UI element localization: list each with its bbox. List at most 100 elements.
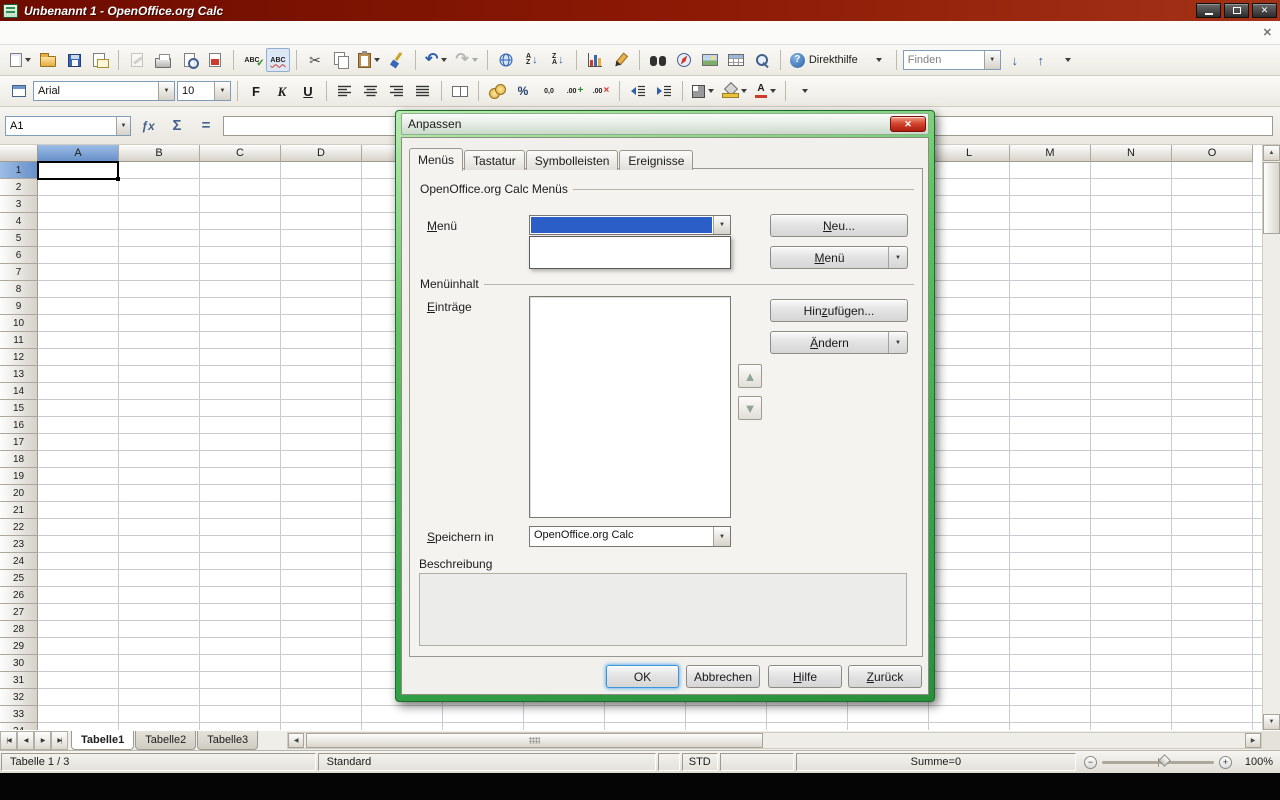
row-header-30[interactable]: 30 xyxy=(0,655,38,672)
new-document-button[interactable] xyxy=(7,48,34,72)
next-sheet-button[interactable]: ▶ xyxy=(34,731,51,750)
cell-cursor[interactable] xyxy=(37,161,119,180)
sort-ascending-button[interactable]: AZ↓ xyxy=(520,48,544,72)
redo-button[interactable]: ↷ xyxy=(452,48,480,72)
direkthilfe-button[interactable]: ? Direkthilfe xyxy=(787,48,864,72)
background-color-button[interactable] xyxy=(719,79,750,103)
cut-button[interactable]: ✂ xyxy=(303,48,327,72)
column-header-n[interactable]: N xyxy=(1091,145,1172,162)
row-header-33[interactable]: 33 xyxy=(0,706,38,723)
page-preview-button[interactable] xyxy=(177,48,201,72)
find-combobox[interactable]: ▼ xyxy=(903,50,1001,70)
column-header-m[interactable]: M xyxy=(1010,145,1091,162)
find-replace-button[interactable] xyxy=(646,48,670,72)
maximize-button[interactable] xyxy=(1224,3,1249,18)
column-header-o[interactable]: O xyxy=(1172,145,1253,162)
dropdown-arrow-icon[interactable] xyxy=(770,89,776,93)
row-header-3[interactable]: 3 xyxy=(0,196,38,213)
find-input[interactable] xyxy=(904,51,984,69)
menu-actions-button[interactable]: Menü ▼ xyxy=(770,246,908,269)
increase-indent-button[interactable] xyxy=(652,79,676,103)
column-header-b[interactable]: B xyxy=(119,145,200,162)
column-header-c[interactable]: C xyxy=(200,145,281,162)
row-header-19[interactable]: 19 xyxy=(0,468,38,485)
row-header-4[interactable]: 4 xyxy=(0,213,38,230)
dropdown-arrow-icon[interactable] xyxy=(708,89,714,93)
help-button[interactable]: Hilfe xyxy=(768,665,842,688)
align-center-button[interactable] xyxy=(359,79,383,103)
row-header-18[interactable]: 18 xyxy=(0,451,38,468)
find-toolbar-options-button[interactable] xyxy=(1055,48,1079,72)
zoom-button[interactable] xyxy=(750,48,774,72)
scroll-down-button[interactable]: ▼ xyxy=(1263,714,1280,730)
hyperlink-button[interactable] xyxy=(494,48,518,72)
standard-format-button[interactable]: 0,0 xyxy=(537,79,561,103)
find-previous-button[interactable]: ↑ xyxy=(1029,48,1053,72)
add-button[interactable]: Hinzufügen... xyxy=(770,299,908,322)
font-size-input[interactable] xyxy=(178,82,214,100)
dialog-tab-tastatur[interactable]: Tastatur xyxy=(464,150,525,170)
paste-button[interactable] xyxy=(355,48,383,72)
font-color-button[interactable]: A xyxy=(752,79,779,103)
format-paintbrush-button[interactable] xyxy=(385,48,409,72)
new-menu-button[interactable]: Neu... xyxy=(770,214,908,237)
percent-format-button[interactable]: % xyxy=(511,79,535,103)
sheet-tab-tabelle3[interactable]: Tabelle3 xyxy=(197,731,258,750)
modify-button[interactable]: Ändern ▼ xyxy=(770,331,908,354)
entries-listbox[interactable] xyxy=(529,296,731,518)
navigator-button[interactable] xyxy=(672,48,696,72)
dropdown-arrow-icon[interactable] xyxy=(741,89,747,93)
font-size-combobox[interactable]: ▼ xyxy=(177,81,231,101)
auto-spellcheck-button[interactable]: ABC xyxy=(266,48,290,72)
first-sheet-button[interactable]: |◀ xyxy=(0,731,17,750)
open-button[interactable] xyxy=(36,48,60,72)
row-header-7[interactable]: 7 xyxy=(0,264,38,281)
vertical-scrollbar[interactable]: ▲ ▼ xyxy=(1262,145,1280,730)
cancel-button[interactable]: Abbrechen xyxy=(686,665,760,688)
copy-button[interactable] xyxy=(329,48,353,72)
function-wizard-button[interactable]: ƒx xyxy=(136,115,160,137)
zoom-in-button[interactable]: + xyxy=(1219,756,1232,769)
back-button[interactable]: Zurück xyxy=(848,665,922,688)
row-header-28[interactable]: 28 xyxy=(0,621,38,638)
select-all-corner[interactable] xyxy=(0,145,38,162)
print-button[interactable] xyxy=(151,48,175,72)
dropdown-arrow-icon[interactable] xyxy=(441,58,447,62)
page-style-status[interactable]: Standard xyxy=(318,753,656,771)
modify-arrow-icon[interactable]: ▼ xyxy=(888,332,907,353)
find-dropdown-arrow[interactable]: ▼ xyxy=(984,51,1000,69)
justify-button[interactable] xyxy=(411,79,435,103)
zoom-slider-thumb[interactable] xyxy=(1158,754,1171,767)
row-header-2[interactable]: 2 xyxy=(0,179,38,196)
dialog-tab-symbolleisten[interactable]: Symbolleisten xyxy=(526,150,619,170)
save-in-combobox[interactable]: OpenOffice.org Calc ▼ xyxy=(529,526,731,547)
gallery-button[interactable] xyxy=(698,48,722,72)
save-in-arrow[interactable]: ▼ xyxy=(713,527,730,546)
row-header-11[interactable]: 11 xyxy=(0,332,38,349)
row-header-27[interactable]: 27 xyxy=(0,604,38,621)
sheet-tab-tabelle1[interactable]: Tabelle1 xyxy=(71,731,134,750)
row-header-25[interactable]: 25 xyxy=(0,570,38,587)
font-name-dropdown-arrow[interactable]: ▼ xyxy=(158,82,174,100)
menu-dropdown-list[interactable] xyxy=(529,236,731,269)
vertical-scroll-thumb[interactable] xyxy=(1263,162,1280,234)
sum-status[interactable]: Summe=0 xyxy=(796,753,1076,771)
row-header-29[interactable]: 29 xyxy=(0,638,38,655)
row-header-23[interactable]: 23 xyxy=(0,536,38,553)
undo-button[interactable]: ↶ xyxy=(422,48,450,72)
row-header-5[interactable]: 5 xyxy=(0,230,38,247)
decrease-indent-button[interactable] xyxy=(626,79,650,103)
dialog-close-button[interactable]: ✕ xyxy=(890,116,926,132)
row-header-1[interactable]: 1 xyxy=(0,162,38,179)
align-right-button[interactable] xyxy=(385,79,409,103)
help-toolbar-options-button[interactable] xyxy=(866,48,890,72)
row-header-26[interactable]: 26 xyxy=(0,587,38,604)
draw-functions-button[interactable] xyxy=(609,48,633,72)
zoom-slider[interactable] xyxy=(1102,761,1214,764)
row-header-34[interactable]: 34 xyxy=(0,723,38,730)
last-sheet-button[interactable]: ▶| xyxy=(51,731,68,750)
formula-button[interactable]: = xyxy=(194,115,218,137)
dialog-titlebar[interactable]: Anpassen ✕ xyxy=(401,113,929,135)
row-header-21[interactable]: 21 xyxy=(0,502,38,519)
tab-splitter[interactable] xyxy=(259,731,287,750)
